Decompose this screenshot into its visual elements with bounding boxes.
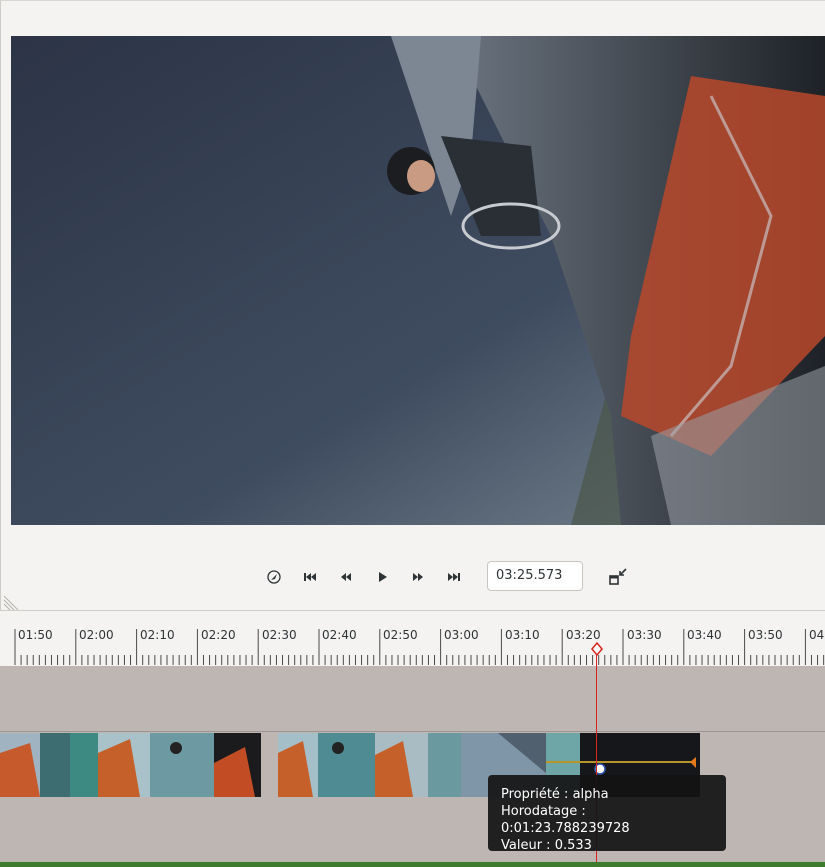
timecode-field[interactable]: 03:25.573 [487,561,583,591]
step-back-button[interactable] [336,567,356,587]
step-back-icon [341,573,351,581]
tooltip-value: Valeur : 0.533 [501,838,592,853]
viewer-border [0,1,1,611]
play-button[interactable] [372,567,392,587]
ruler-label: 01:50 [18,628,53,642]
exit-fullscreen-icon[interactable] [608,567,628,587]
viewer-panel: 03:25.573 [0,0,825,611]
ruler-label: 02:20 [201,628,236,642]
ruler-label: 03:30 [627,628,662,642]
step-forward-icon [413,573,423,581]
ruler-label: 02:10 [140,628,175,642]
video-frame-image [11,36,825,525]
keyframe-tooltip: Propriété : alpha Horodatage : 0:01:23.7… [488,775,726,853]
tooltip-property: Propriété : alpha [501,787,609,802]
ruler-label: 02:00 [79,628,114,642]
tooltip-timestamp: Horodatage : 0:01:23.788239728 [501,804,630,836]
ruler-label: 02:40 [322,628,357,642]
ruler-label: 02:30 [262,628,297,642]
skip-to-end-icon [448,573,460,581]
step-forward-button[interactable] [408,567,428,587]
resize-grip-icon[interactable] [2,594,18,610]
timeline-ruler[interactable]: 01:50 02:00 02:10 02:20 02:30 02:40 02:5… [0,611,825,666]
skip-to-end-button[interactable] [444,567,464,587]
ruler-label: 03:20 [566,628,601,642]
ruler-label: 03:50 [748,628,783,642]
play-icon [379,572,387,582]
rewind-to-marker-button[interactable] [264,567,284,587]
video-clip[interactable] [0,733,261,797]
playhead-marker-icon[interactable] [590,642,604,658]
video-preview[interactable] [11,36,825,525]
timeline-bottom-bar [0,862,825,867]
rewind-to-marker-icon [267,570,281,584]
skip-to-start-icon [304,573,316,581]
ruler-label: 02:50 [383,628,418,642]
track-divider [0,731,825,732]
clip-thumbnails [0,733,261,797]
ruler-label: 03:40 [687,628,722,642]
ruler-label: 03:00 [444,628,479,642]
ruler-label: 03:10 [505,628,540,642]
skip-to-start-button[interactable] [300,567,320,587]
ruler-label: 04 [809,628,825,642]
